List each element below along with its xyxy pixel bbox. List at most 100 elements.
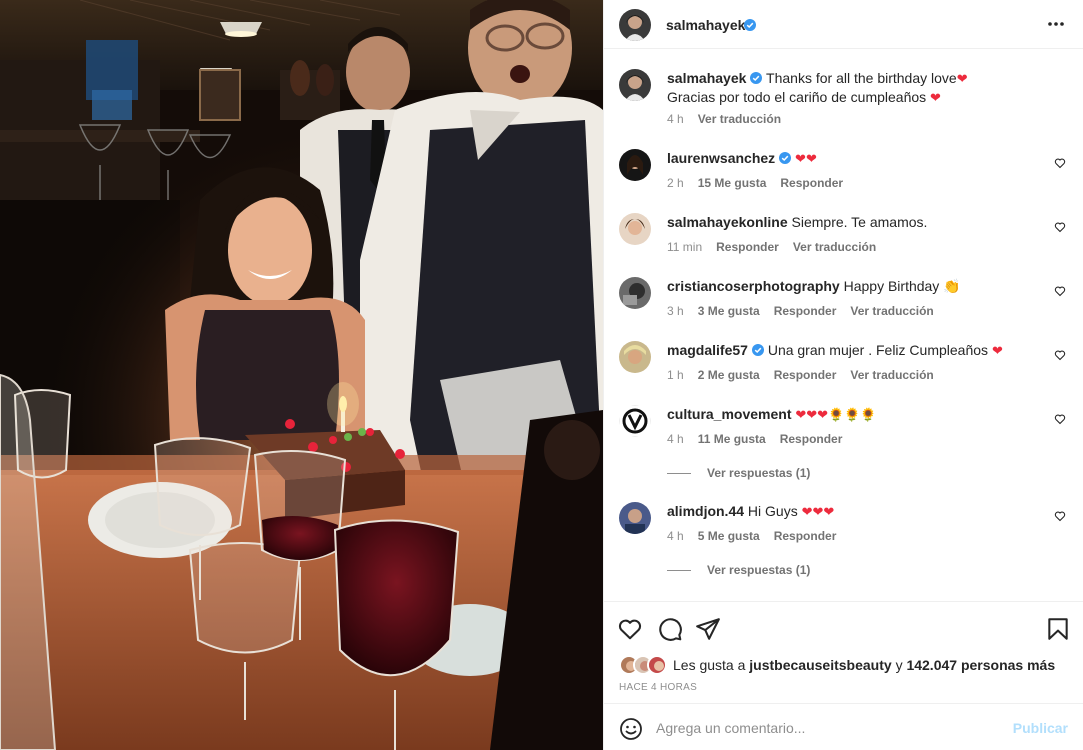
publish-button[interactable]: Publicar [1013, 720, 1068, 736]
heart-emoji-icon: ❤ [956, 71, 968, 86]
reply-button[interactable]: Responder [780, 432, 843, 446]
reply-button[interactable]: Responder [716, 240, 779, 254]
caption: salmahayek Thanks for all the birthday l… [619, 69, 1069, 129]
verified-badge-icon [744, 19, 756, 31]
comment-likes-count[interactable]: 2 Me gusta [698, 368, 760, 382]
comment-icon[interactable] [657, 616, 683, 642]
comment-emoji: ❤❤ [795, 151, 817, 166]
comment-emoji: ❤❤❤🌻🌻🌻 [795, 407, 877, 422]
commenter-avatar[interactable] [619, 502, 651, 534]
comment-item: alimdjon.44 Hi Guys ❤❤❤ 4 h 5 Me gusta Res… [619, 502, 1069, 582]
comment-item: magdalife57 Una gran mujer . Feliz Cumpl… [619, 341, 1069, 385]
likes-prefix: Les gusta a [673, 657, 746, 673]
comment-item: cristiancoserphotography Happy Birthday … [619, 277, 1069, 321]
comment-body: cultura_movement ❤❤❤🌻🌻🌻 [667, 405, 1039, 424]
comment-time: 1 h [667, 368, 684, 382]
caption-time: 4 h [667, 112, 684, 126]
comment-input[interactable] [656, 716, 1006, 740]
comment-meta: 3 h 3 Me gusta Responder Ver traducción [667, 304, 948, 318]
commenter-avatar[interactable] [619, 341, 651, 373]
comment-username[interactable]: salmahayekonline [667, 214, 788, 230]
translate-link[interactable]: Ver traducción [850, 368, 933, 382]
heart-icon[interactable] [1054, 221, 1066, 233]
comment-text: Happy Birthday [843, 278, 940, 294]
translate-link[interactable]: Ver traducción [793, 240, 876, 254]
heart-icon[interactable] [617, 616, 643, 642]
comment-username[interactable]: cristiancoserphotography [667, 278, 840, 294]
comment-body: salmahayekonline Siempre. Te amamos. [667, 213, 1039, 232]
commenter-avatar[interactable] [619, 149, 651, 181]
reply-button[interactable]: Responder [780, 176, 843, 190]
heart-icon[interactable] [1054, 510, 1066, 522]
add-comment-bar: Publicar [604, 703, 1083, 750]
comments-list[interactable]: salmahayek Thanks for all the birthday l… [604, 49, 1083, 601]
verified-badge-icon [779, 152, 792, 164]
heart-emoji-icon: ❤ [930, 90, 941, 105]
verified-badge-icon [751, 344, 764, 356]
post-actions: Les gusta a justbecauseitsbeauty y 142.0… [604, 601, 1083, 703]
view-replies-button[interactable]: Ver respuestas (1) [667, 563, 810, 577]
liker-avatar [647, 655, 667, 675]
reply-button[interactable]: Responder [774, 529, 837, 543]
comment-item: salmahayekonline Siempre. Te amamos. 11 … [619, 213, 1069, 257]
comment-likes-count[interactable]: 3 Me gusta [698, 304, 760, 318]
comment-time: 4 h [667, 432, 684, 446]
caption-username[interactable]: salmahayek [667, 70, 746, 86]
caption-line2: Gracias por todo el cariño de cumpleaños [667, 89, 927, 105]
comment-username[interactable]: magdalife57 [667, 342, 748, 358]
comment-body: alimdjon.44 Hi Guys ❤❤❤ [667, 502, 1039, 521]
comment-meta: 4 h 11 Me gusta Responder [667, 432, 856, 446]
commenter-avatar[interactable] [619, 277, 651, 309]
comment-text: Hi Guys [747, 503, 798, 519]
bookmark-icon[interactable] [1045, 616, 1071, 642]
comment-time: 2 h [667, 176, 684, 190]
heart-icon[interactable] [1054, 157, 1066, 169]
caption-body: salmahayek Thanks for all the birthday l… [667, 69, 1039, 107]
comment-username[interactable]: alimdjon.44 [667, 503, 744, 519]
heart-icon[interactable] [1054, 413, 1066, 425]
comment-meta: 1 h 2 Me gusta Responder Ver traducción [667, 368, 948, 382]
comment-meta: 4 h 5 Me gusta Responder [667, 529, 850, 543]
comment-username[interactable]: laurenwsanchez [667, 150, 775, 166]
comment-likes-count[interactable]: 15 Me gusta [698, 176, 767, 190]
heart-icon[interactable] [1054, 349, 1066, 361]
author-avatar[interactable] [619, 9, 651, 41]
post-side-panel: salmahayek salmahayek Thanks for all the… [603, 0, 1083, 750]
comment-emoji: ❤ [991, 343, 1003, 358]
comment-username[interactable]: cultura_movement [667, 406, 791, 422]
smiley-icon[interactable] [619, 717, 643, 741]
comment-emoji: ❤❤❤ [801, 504, 835, 519]
likes-summary[interactable]: Les gusta a justbecauseitsbeauty y 142.0… [619, 655, 1055, 675]
post-header: salmahayek [604, 0, 1083, 49]
caption-line1: Thanks for all the birthday love [766, 70, 957, 86]
commenter-avatar[interactable] [619, 213, 651, 245]
post-photo[interactable] [0, 0, 603, 750]
translate-link[interactable]: Ver traducción [850, 304, 933, 318]
commenter-avatar[interactable] [619, 405, 651, 437]
comment-likes-count[interactable]: 11 Me gusta [698, 432, 766, 446]
comment-meta: 2 h 15 Me gusta Responder [667, 176, 857, 190]
comment-body: laurenwsanchez ❤❤ [667, 149, 1039, 168]
more-horizontal-icon[interactable] [1046, 14, 1066, 34]
paper-plane-icon[interactable] [695, 616, 721, 642]
comment-item: laurenwsanchez ❤❤ 2 h 15 Me gusta Responde… [619, 149, 1069, 193]
author-username[interactable]: salmahayek [666, 17, 745, 33]
view-replies-button[interactable]: Ver respuestas (1) [667, 466, 810, 480]
likes-first-user[interactable]: justbecauseitsbeauty [749, 657, 891, 673]
reply-button[interactable]: Responder [774, 368, 837, 382]
likers-avatars [619, 655, 671, 675]
post-timestamp: HACE 4 HORAS [619, 682, 698, 693]
comment-time: 11 min [667, 240, 703, 254]
comment-meta: 11 min Responder Ver traducción [667, 240, 890, 254]
comment-text: Siempre. Te amamos. [791, 214, 928, 230]
comment-item: cultura_movement ❤❤❤🌻🌻🌻 4 h 11 Me gusta Re… [619, 405, 1069, 485]
caption-translate-link[interactable]: Ver traducción [698, 112, 781, 126]
comment-body: cristiancoserphotography Happy Birthday … [667, 277, 1039, 296]
likes-connector: y [895, 657, 903, 673]
caption-avatar[interactable] [619, 69, 651, 101]
comment-likes-count[interactable]: 5 Me gusta [698, 529, 760, 543]
heart-icon[interactable] [1054, 285, 1066, 297]
likes-count[interactable]: 142.047 personas más [906, 657, 1055, 673]
reply-button[interactable]: Responder [774, 304, 837, 318]
caption-meta: 4 h Ver traducción [667, 112, 795, 126]
